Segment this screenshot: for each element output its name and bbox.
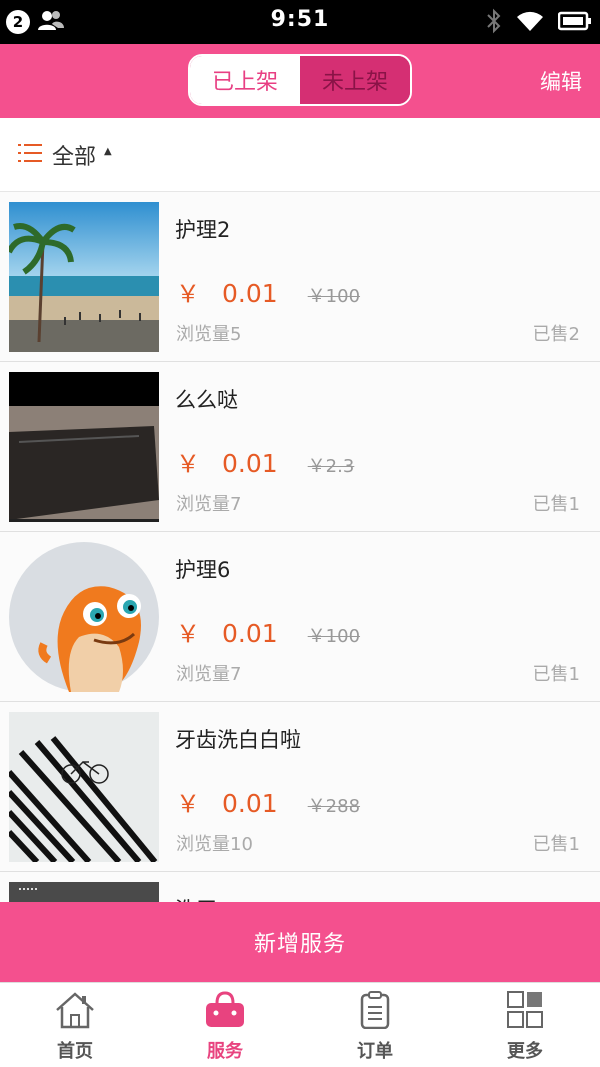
item-price: 0.01 <box>222 619 278 648</box>
price-row: ￥ 0.01 ￥2.3 <box>176 444 354 479</box>
app-root: 2 9:51 已上架 未上架 编辑 全部 ▲ 护理2 ￥ 0.01 ￥100 浏… <box>0 0 600 1067</box>
service-list: 护理2 ￥ 0.01 ￥100 浏览量5 已售2 么么哒 ￥ 0.01 ￥2.3… <box>0 192 600 902</box>
item-views: 浏览量5 <box>176 324 242 345</box>
price-row: ￥ 0.01 ￥288 <box>176 784 360 819</box>
list-item[interactable]: 么么哒 ￥ 0.01 ￥2.3 浏览量7 已售1 <box>0 362 600 532</box>
currency-symbol: ￥ <box>176 280 200 308</box>
stripes-bicycle <box>9 712 159 862</box>
home-icon <box>54 991 96 1033</box>
add-service-button[interactable]: 新增服务 <box>0 902 600 982</box>
item-title: 护理6 <box>175 558 231 582</box>
list-icon <box>18 142 42 168</box>
item-price: 0.01 <box>222 449 278 478</box>
currency-symbol: ￥ <box>176 620 200 648</box>
tab-home[interactable]: 首页 <box>0 983 150 1067</box>
currency-symbol: ￥ <box>176 790 200 818</box>
price-row: ￥ 0.01 ￥100 <box>176 274 360 309</box>
item-views: 浏览量7 <box>176 664 242 685</box>
item-title: 牙齿洗白白啦 <box>175 728 301 752</box>
item-original-price: ￥2.3 <box>307 456 355 477</box>
wifi-icon <box>516 10 544 36</box>
tab-listed[interactable]: 已上架 <box>190 56 300 104</box>
item-price: 0.01 <box>222 789 278 818</box>
beach-photo <box>9 202 159 352</box>
item-views: 浏览量10 <box>176 834 253 855</box>
item-original-price: ￥100 <box>307 626 361 647</box>
item-views: 浏览量7 <box>176 494 242 515</box>
item-sold: 已售1 <box>532 494 580 515</box>
item-title: 护理2 <box>175 218 231 242</box>
clipboard-icon <box>354 991 396 1033</box>
list-item[interactable]: 牙齿洗白白啦 ￥ 0.01 ￥288 浏览量10 已售1 <box>0 702 600 872</box>
tab-label: 服务 <box>207 1041 243 1062</box>
battery-icon <box>557 11 592 35</box>
tab-label: 订单 <box>357 1041 393 1062</box>
cartoon-avatar <box>9 542 159 692</box>
tab-label: 首页 <box>57 1041 93 1062</box>
item-sold: 已售1 <box>532 664 580 685</box>
currency-symbol: ￥ <box>176 450 200 478</box>
filter-bar[interactable]: 全部 ▲ <box>0 118 600 192</box>
item-title: 洗牙 <box>175 894 217 902</box>
tab-orders[interactable]: 订单 <box>300 983 450 1067</box>
top-header: 已上架 未上架 编辑 <box>0 44 600 118</box>
dark-photo <box>9 882 159 902</box>
price-row: ￥ 0.01 ￥100 <box>176 614 360 649</box>
list-item[interactable]: 护理6 ￥ 0.01 ￥100 浏览量7 已售1 <box>0 532 600 702</box>
tab-label: 更多 <box>507 1041 543 1062</box>
tab-unlisted[interactable]: 未上架 <box>300 56 410 104</box>
status-bar: 2 9:51 <box>0 0 600 44</box>
item-original-price: ￥100 <box>307 286 361 307</box>
status-right <box>486 8 592 38</box>
filter-label: 全部 <box>52 144 97 170</box>
item-sold: 已售2 <box>532 324 580 345</box>
bluetooth-icon <box>486 8 502 38</box>
list-item[interactable]: 洗牙 <box>0 872 600 902</box>
basket-icon <box>204 991 246 1033</box>
tab-services[interactable]: 服务 <box>150 983 300 1067</box>
item-original-price: ￥288 <box>307 796 361 817</box>
bottom-tab-bar: 首页 服务 订单 更多 <box>0 982 600 1067</box>
tab-more[interactable]: 更多 <box>450 983 600 1067</box>
listing-status-segment: 已上架 未上架 <box>188 54 412 106</box>
item-sold: 已售1 <box>532 834 580 855</box>
phone-photo <box>9 372 159 522</box>
item-price: 0.01 <box>222 279 278 308</box>
list-item[interactable]: 护理2 ￥ 0.01 ￥100 浏览量5 已售2 <box>0 192 600 362</box>
item-title: 么么哒 <box>175 388 238 412</box>
edit-button[interactable]: 编辑 <box>540 66 582 96</box>
grid-icon <box>504 991 546 1033</box>
dropdown-caret-icon: ▲ <box>104 146 112 157</box>
